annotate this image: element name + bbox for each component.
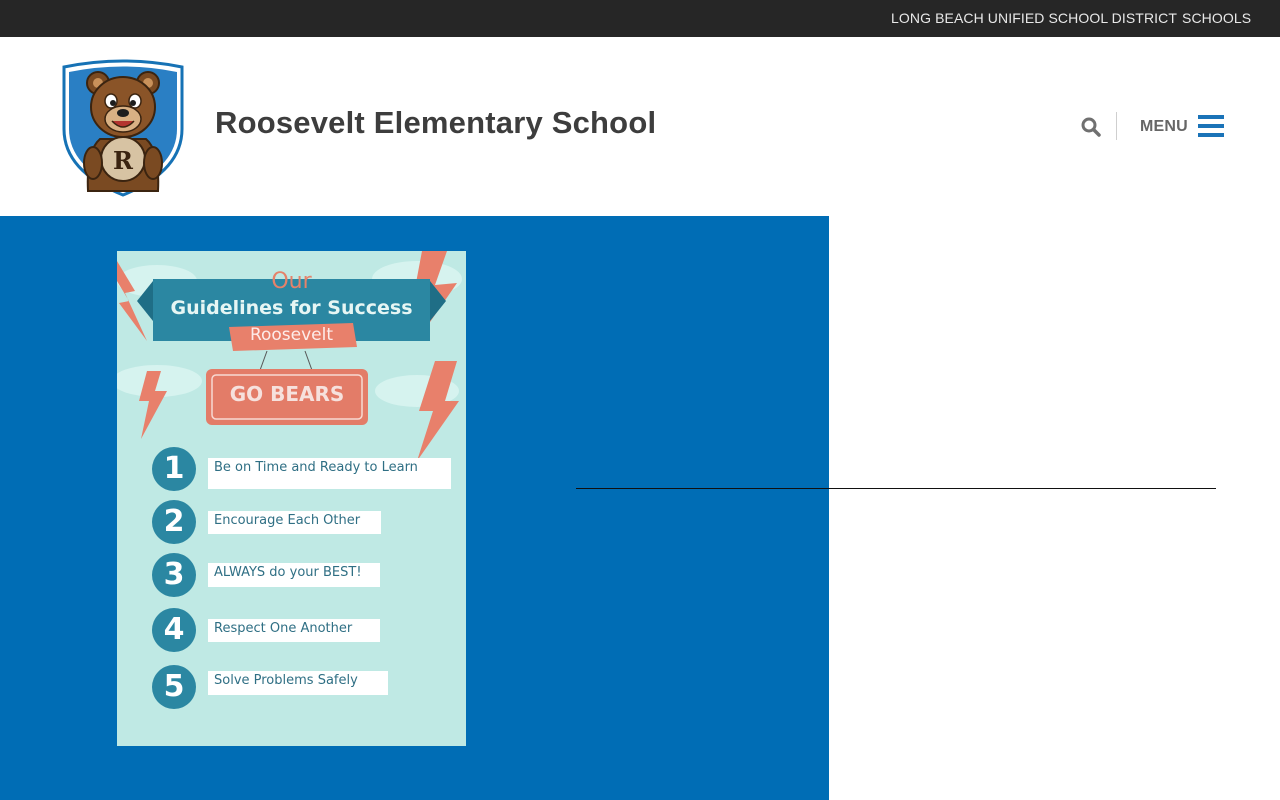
guideline-number-4: 4 [152, 608, 196, 652]
guideline-text-1: Be on Time and Ready to Learn [208, 458, 451, 489]
guideline-text-4: Respect One Another [208, 619, 380, 642]
guideline-text-5: Solve Problems Safely [208, 671, 388, 695]
search-button[interactable] [1080, 116, 1102, 138]
guideline-number-5: 5 [152, 665, 196, 709]
district-link[interactable]: LONG BEACH UNIFIED SCHOOL DISTRICT [891, 0, 1177, 37]
menu-button[interactable]: MENU [1140, 111, 1230, 141]
school-name-title[interactable]: Roosevelt Elementary School [215, 105, 656, 141]
logo-letter: R [113, 146, 134, 175]
guideline-number-3: 3 [152, 553, 196, 597]
content-divider [576, 488, 1216, 489]
guideline-number-2: 2 [152, 500, 196, 544]
guideline-text-3: ALWAYS do your BEST! [208, 563, 380, 587]
guidelines-poster: Our Guidelines for Success Roosevelt GO … [117, 251, 466, 746]
poster-go-bears-sign: GO BEARS [229, 382, 345, 406]
bear-mascot-shield-logo: R [62, 59, 184, 197]
schools-link[interactable]: SCHOOLS [1182, 0, 1251, 37]
guideline-number-1: 1 [152, 447, 196, 491]
search-icon [1081, 117, 1101, 137]
header-divider [1116, 112, 1117, 140]
poster-title: Guidelines for Success [170, 297, 413, 319]
poster-school-ribbon: Roosevelt [249, 325, 334, 345]
menu-label: MENU [1140, 118, 1188, 135]
hamburger-menu-icon [1198, 115, 1224, 137]
site-header: R Roosevelt Elementary School MENU [0, 37, 1280, 216]
school-logo[interactable]: R [58, 59, 188, 197]
guideline-text-2: Encourage Each Other [208, 511, 381, 534]
top-utility-bar: LONG BEACH UNIFIED SCHOOL DISTRICT SCHOO… [0, 0, 1280, 37]
poster-our-text: Our [271, 269, 312, 294]
